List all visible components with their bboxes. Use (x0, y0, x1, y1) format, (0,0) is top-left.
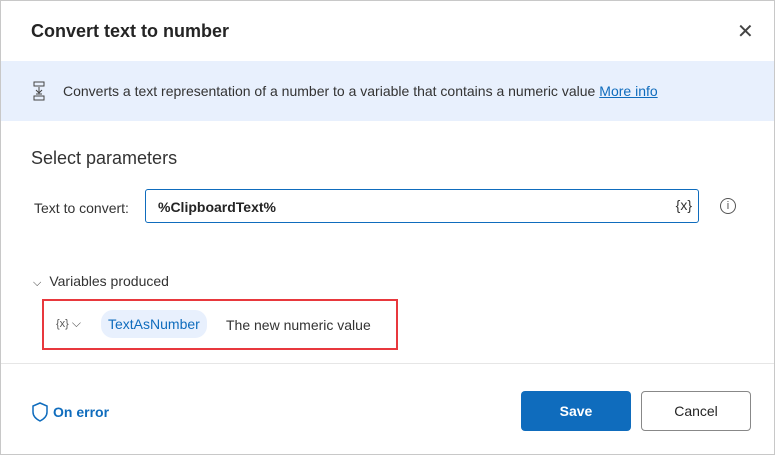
more-info-link[interactable]: More info (599, 83, 657, 99)
variable-icon[interactable]: {x} ⌵ (56, 316, 81, 331)
on-error-label: On error (53, 404, 110, 420)
variable-chip[interactable]: TextAsNumber (101, 310, 207, 338)
section-heading: Select parameters (31, 148, 178, 168)
text-to-convert-input[interactable]: %ClipboardText% {x} (145, 189, 699, 223)
convert-action-icon (33, 81, 45, 101)
cancel-button[interactable]: Cancel (641, 391, 751, 431)
variables-produced-toggle[interactable]: ⌵ Variables produced (33, 273, 169, 290)
shield-icon (32, 402, 48, 422)
chevron-down-icon: ⌵ (33, 277, 42, 289)
on-error-button[interactable]: On error (31, 402, 109, 422)
save-button[interactable]: Save (521, 391, 631, 431)
variable-icon-label: {x} (56, 318, 69, 330)
variable-description: The new numeric value (226, 317, 371, 333)
dialog-title: Convert text to number (31, 21, 230, 41)
input-value: %ClipboardText% (158, 199, 276, 215)
divider (1, 363, 774, 364)
variables-heading: Variables produced (49, 273, 169, 289)
close-icon[interactable]: ✕ (737, 19, 754, 44)
banner-description: Converts a text representation of a numb… (63, 83, 596, 99)
chevron-down-icon: ⌵ (71, 316, 82, 330)
banner-text: Converts a text representation of a numb… (63, 83, 658, 99)
insert-variable-button[interactable]: {x} (676, 197, 692, 213)
info-icon[interactable]: i (720, 198, 736, 214)
text-to-convert-label: Text to convert: (34, 200, 129, 216)
